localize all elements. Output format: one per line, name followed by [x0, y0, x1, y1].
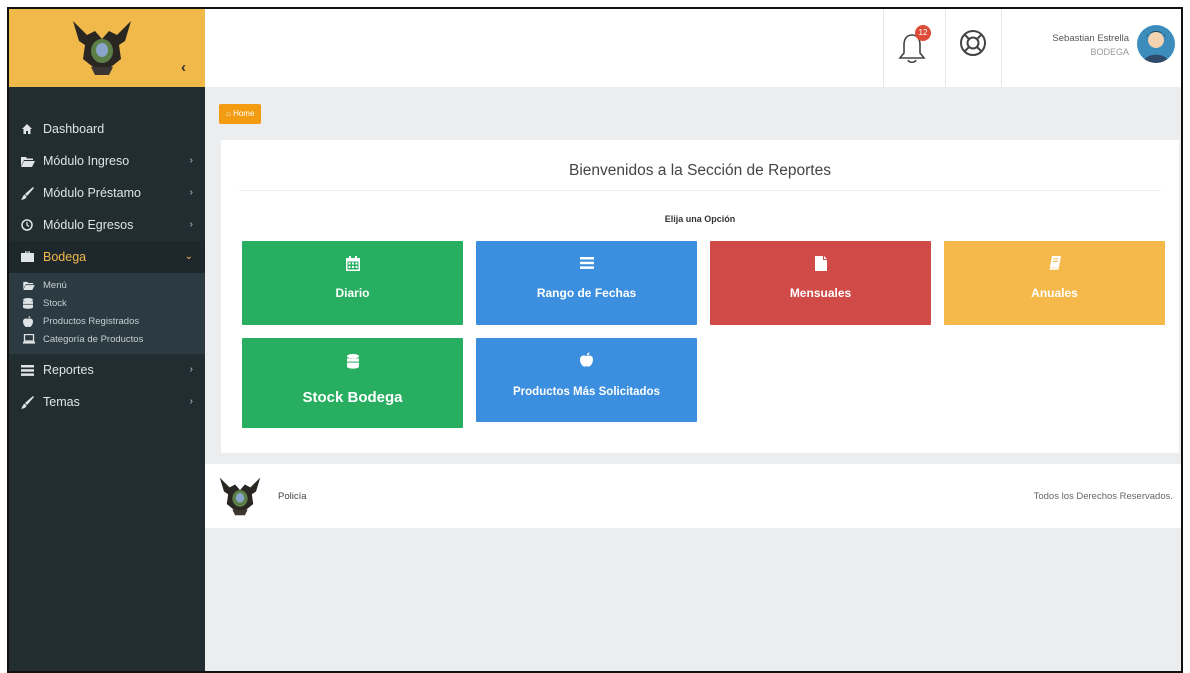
apple-icon: [476, 352, 697, 367]
sidebar-item-label: Módulo Egresos: [43, 218, 134, 232]
navbar-divider: [883, 9, 884, 87]
database-icon: [23, 297, 43, 309]
notification-count-badge: 12: [915, 25, 931, 41]
folder-open-icon: [23, 281, 43, 290]
breadcrumb[interactable]: ⌂ Home: [219, 104, 262, 124]
life-ring-icon: [960, 30, 986, 56]
sidebar-item-bodega[interactable]: Bodega ⌄: [9, 241, 205, 273]
sidebar-menu: Dashboard Módulo Ingreso › Módulo Présta…: [9, 113, 205, 418]
sidebar-item-label: Reportes: [43, 363, 94, 377]
sidebar-item-label: Bodega: [43, 250, 87, 264]
sidebar-item-label: Dashboard: [43, 122, 105, 136]
brush-icon: [21, 395, 43, 409]
submenu-item-menu[interactable]: Menú: [9, 276, 205, 294]
user-role: BODEGA: [1090, 47, 1129, 57]
page-title: Bienvenidos a la Sección de Reportes: [569, 162, 831, 179]
chevron-right-icon: ›: [189, 187, 193, 198]
tile-label: Diario: [335, 286, 370, 300]
tile-label: Productos Más Solicitados: [513, 386, 660, 398]
sidebar-item-label: Temas: [43, 395, 80, 409]
report-tile-diario[interactable]: Diario: [242, 241, 463, 325]
apple-icon: [23, 315, 43, 327]
sidebar-item-reportes[interactable]: Reportes ›: [9, 354, 205, 386]
tile-label: Stock Bodega: [302, 389, 403, 406]
list-icon: [21, 364, 43, 376]
home-icon: ⌂: [226, 109, 231, 118]
report-tile-mensuales[interactable]: Mensuales: [710, 241, 931, 325]
calendar-icon: [242, 256, 463, 271]
sidebar: ‹ Dashboard Módulo Ingreso › Módulo Prés…: [9, 9, 205, 671]
police-logo: [219, 477, 261, 516]
reports-panel: Bienvenidos a la Sección de Reportes Eli…: [221, 140, 1179, 453]
report-tile-stock-bodega[interactable]: Stock Bodega: [242, 338, 463, 428]
briefcase-icon: [21, 251, 43, 263]
clock-icon: [21, 219, 43, 231]
top-navbar: 12 Sebastian Estrella BODEGA: [205, 9, 1181, 87]
sidebar-item-modulo-ingreso[interactable]: Módulo Ingreso ›: [9, 145, 205, 177]
submenu-item-label: Menú: [43, 279, 67, 291]
brush-icon: [21, 186, 43, 200]
sidebar-item-label: Módulo Préstamo: [43, 186, 141, 200]
app-window: ‹ Dashboard Módulo Ingreso › Módulo Prés…: [7, 7, 1183, 673]
tile-label: Rango de Fechas: [536, 286, 637, 300]
submenu-item-label: Categoría de Productos: [43, 333, 144, 345]
sidebar-item-temas[interactable]: Temas ›: [9, 386, 205, 418]
sidebar-collapse-icon[interactable]: ‹: [181, 59, 186, 76]
home-icon: [21, 123, 43, 135]
list-icon: [476, 257, 697, 269]
chevron-down-icon: ⌄: [184, 251, 193, 262]
submenu-item-categoria-productos[interactable]: Categoría de Productos: [9, 330, 205, 348]
user-menu[interactable]: Sebastian Estrella BODEGA: [1015, 23, 1175, 69]
sidebar-item-modulo-egresos[interactable]: Módulo Egresos ›: [9, 209, 205, 241]
sidebar-item-modulo-prestamo[interactable]: Módulo Préstamo ›: [9, 177, 205, 209]
book-icon: [944, 256, 1165, 270]
chevron-right-icon: ›: [189, 219, 193, 230]
navbar-divider: [1001, 9, 1002, 87]
tile-label: Mensuales: [789, 286, 852, 300]
file-icon: [710, 256, 931, 271]
report-tile-anuales[interactable]: Anuales: [944, 241, 1165, 325]
sidebar-item-dashboard[interactable]: Dashboard: [9, 113, 205, 145]
submenu-item-productos-registrados[interactable]: Productos Registrados: [9, 312, 205, 330]
police-logo: [73, 21, 131, 75]
footer: Policía Todos los Derechos Reservados.: [205, 464, 1181, 528]
laptop-icon: [23, 334, 43, 344]
chevron-right-icon: ›: [189, 364, 193, 375]
submenu-item-label: Productos Registrados: [43, 315, 140, 327]
database-icon: [242, 354, 463, 369]
breadcrumb-label: Home: [233, 109, 255, 118]
report-tile-productos-mas-solicitados[interactable]: Productos Más Solicitados: [476, 338, 697, 422]
sidebar-item-label: Módulo Ingreso: [43, 154, 130, 168]
avatar: [1137, 25, 1175, 63]
footer-organization: Policía: [278, 491, 307, 502]
notifications-button[interactable]: 12: [897, 25, 937, 69]
navbar-divider: [945, 9, 946, 87]
folder-open-icon: [21, 156, 43, 167]
tile-label: Anuales: [1031, 286, 1078, 300]
bodega-submenu: Menú Stock Productos Registrados Categor…: [9, 273, 205, 354]
submenu-item-stock[interactable]: Stock: [9, 294, 205, 312]
divider: [239, 190, 1161, 191]
brand-bar: ‹: [9, 9, 205, 87]
user-name: Sebastian Estrella: [1052, 33, 1129, 44]
chevron-right-icon: ›: [189, 155, 193, 166]
submenu-item-label: Stock: [43, 297, 67, 309]
page-subtitle: Elija una Opción: [664, 214, 736, 224]
chevron-right-icon: ›: [189, 396, 193, 407]
footer-copyright: Todos los Derechos Reservados.: [1033, 491, 1173, 502]
help-button[interactable]: [959, 29, 987, 57]
report-tile-rango-fechas[interactable]: Rango de Fechas: [476, 241, 697, 325]
